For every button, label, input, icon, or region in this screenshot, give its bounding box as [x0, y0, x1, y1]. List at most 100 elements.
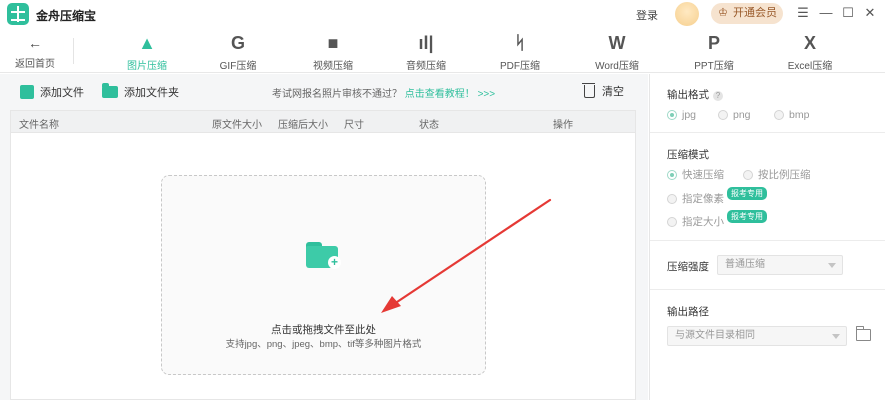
menu-icon[interactable]: ☰ — [795, 4, 811, 22]
nav-divider — [73, 38, 74, 64]
exam-tag: 报考专用 — [727, 187, 767, 200]
file-table: 文件名称 原文件大小 压缩后大小 尺寸 状态 操作 + 点击或拖拽文件至此处 支… — [10, 110, 636, 400]
add-folder-icon — [102, 83, 118, 98]
settings-panel: 输出格式? jpg png bmp 压缩模式 快速压缩 按比例压缩 指定像素 报考… — [649, 74, 885, 400]
add-folder-label: 添加文件夹 — [124, 87, 179, 99]
output-path-select[interactable]: 与源文件目录相同 — [667, 326, 847, 346]
app-logo — [7, 3, 29, 25]
tab-label: PPT压缩 — [694, 61, 734, 72]
option-label: 指定像素 — [682, 193, 724, 205]
tab-word-compress[interactable]: W Word压缩 — [582, 32, 652, 72]
option-label: 快速压缩 — [682, 169, 724, 181]
audio-compress-icon: ıl| — [418, 33, 434, 53]
tab-label: PDF压缩 — [500, 61, 540, 72]
option-label: 指定大小 — [682, 216, 724, 228]
file-panel: 添加文件 添加文件夹 考试网报名照片审核不通过？ 点击查看教程！ >>> 清空 … — [0, 74, 648, 400]
crown-icon: ♔ — [718, 7, 728, 19]
option-label: png — [733, 109, 751, 121]
tab-label: 图片压缩 — [127, 61, 167, 72]
close-icon[interactable]: ✕ — [862, 4, 878, 22]
strength-section: 压缩强度 普通压缩 — [650, 242, 885, 290]
tab-image-compress[interactable]: ▲ 图片压缩 — [112, 32, 182, 78]
tutorial-hint: 考试网报名照片审核不通过？ 点击查看教程！ >>> — [272, 85, 495, 100]
avatar[interactable] — [675, 2, 699, 26]
select-value: 与源文件目录相同 — [675, 330, 755, 341]
chevron-down-icon — [832, 334, 840, 339]
option-label: 按比例压缩 — [758, 169, 811, 181]
title-bar: 金舟压缩宝 登录 ♔ 开通会员 ☰ — ☐ ✕ — [0, 0, 885, 28]
tutorial-link[interactable]: 点击查看教程！ — [405, 89, 475, 100]
add-file-button[interactable]: 添加文件 — [20, 83, 84, 101]
add-file-icon — [20, 85, 34, 99]
exam-tag: 报考专用 — [727, 210, 767, 223]
compress-mode-section: 压缩模式 快速压缩 按比例压缩 指定像素 报考专用 指定大小 报考专用 — [650, 134, 885, 241]
tab-gif-compress[interactable]: G GIF压缩 — [203, 32, 273, 72]
table-header: 文件名称 原文件大小 压缩后大小 尺寸 状态 操作 — [11, 111, 635, 133]
clear-label: 清空 — [602, 86, 624, 98]
tab-label: Excel压缩 — [787, 61, 833, 72]
column-header: 状态 — [419, 120, 439, 131]
drop-zone-title: 点击或拖拽文件至此处 — [271, 324, 376, 336]
gif-compress-icon: G — [230, 33, 245, 53]
tool-nav: ← 返回首页 ▲ 图片压缩 G GIF压缩 ■ 视频压缩 ıl| 音频压缩 ᛋ … — [0, 28, 885, 78]
add-file-label: 添加文件 — [40, 87, 84, 99]
tab-label: Word压缩 — [595, 61, 639, 72]
ppt-compress-icon: P — [707, 33, 720, 53]
radio-checked-icon — [667, 169, 677, 180]
folder-open-icon[interactable] — [856, 326, 871, 341]
format-option-jpg[interactable]: jpg — [667, 109, 696, 121]
section-title: 压缩强度 — [667, 261, 709, 273]
radio-icon — [667, 216, 677, 227]
section-title: 输出格式 — [667, 89, 709, 101]
trash-icon — [582, 82, 595, 98]
image-compress-icon: ▲ — [138, 33, 156, 53]
add-folder-button[interactable]: 添加文件夹 — [102, 83, 179, 101]
help-icon[interactable]: ? — [713, 91, 723, 101]
vip-button-label: 开通会员 — [733, 7, 777, 19]
tab-label: 视频压缩 — [313, 61, 353, 72]
hint-text: 考试网报名照片审核不通过？ — [272, 89, 402, 100]
section-title: 输出路径 — [667, 306, 709, 318]
format-option-png[interactable]: png — [718, 109, 751, 121]
drop-zone[interactable]: + 点击或拖拽文件至此处 支持jpg、png、jpeg、bmp、tif等多种图片… — [161, 175, 486, 375]
back-home-button[interactable]: ← 返回首页 — [10, 34, 60, 70]
login-link[interactable]: 登录 — [636, 7, 658, 23]
file-toolbar: 添加文件 添加文件夹 考试网报名照片审核不通过？ 点击查看教程！ >>> 清空 — [0, 74, 648, 110]
drop-zone-formats: 支持jpg、png、jpeg、bmp、tif等多种图片格式 — [225, 339, 422, 350]
tab-audio-compress[interactable]: ıl| 音频压缩 — [391, 32, 461, 72]
tab-pdf-compress[interactable]: ᛋ PDF压缩 — [485, 32, 555, 72]
minimize-icon[interactable]: — — [818, 4, 834, 22]
excel-compress-icon: X — [803, 33, 816, 53]
output-format-title: 输出格式? — [667, 87, 723, 102]
maximize-icon[interactable]: ☐ — [840, 4, 856, 22]
tab-excel-compress[interactable]: X Excel压缩 — [775, 32, 845, 72]
video-compress-icon: ■ — [327, 33, 339, 53]
column-header: 操作 — [553, 120, 573, 131]
radio-icon — [743, 169, 753, 180]
radio-icon — [774, 110, 784, 120]
radio-checked-icon — [667, 110, 677, 120]
clear-button[interactable]: 清空 — [582, 82, 624, 99]
mode-option-fast[interactable]: 快速压缩 — [667, 167, 724, 182]
format-option-bmp[interactable]: bmp — [774, 109, 809, 121]
tab-video-compress[interactable]: ■ 视频压缩 — [298, 32, 368, 72]
mode-option-pixel[interactable]: 指定像素 报考专用 — [667, 187, 767, 206]
vip-button[interactable]: ♔ 开通会员 — [711, 3, 783, 24]
radio-icon — [667, 193, 677, 204]
back-home-label: 返回首页 — [15, 59, 55, 70]
select-value: 普通压缩 — [725, 259, 765, 270]
mode-option-ratio[interactable]: 按比例压缩 — [743, 167, 811, 182]
back-arrow-icon: ← — [28, 35, 42, 51]
column-header: 原文件大小 — [212, 120, 262, 131]
column-header: 文件名称 — [19, 120, 59, 131]
tab-ppt-compress[interactable]: P PPT压缩 — [679, 32, 749, 72]
mode-option-size[interactable]: 指定大小 报考专用 — [667, 210, 767, 229]
folder-add-icon: + — [306, 242, 341, 269]
chevron-down-icon — [828, 263, 836, 268]
column-header: 压缩后大小 — [278, 120, 328, 131]
tab-label: 音频压缩 — [406, 61, 446, 72]
section-title: 压缩模式 — [667, 149, 709, 161]
strength-select[interactable]: 普通压缩 — [717, 255, 843, 275]
option-label: jpg — [682, 109, 697, 121]
word-compress-icon: W — [608, 33, 626, 53]
